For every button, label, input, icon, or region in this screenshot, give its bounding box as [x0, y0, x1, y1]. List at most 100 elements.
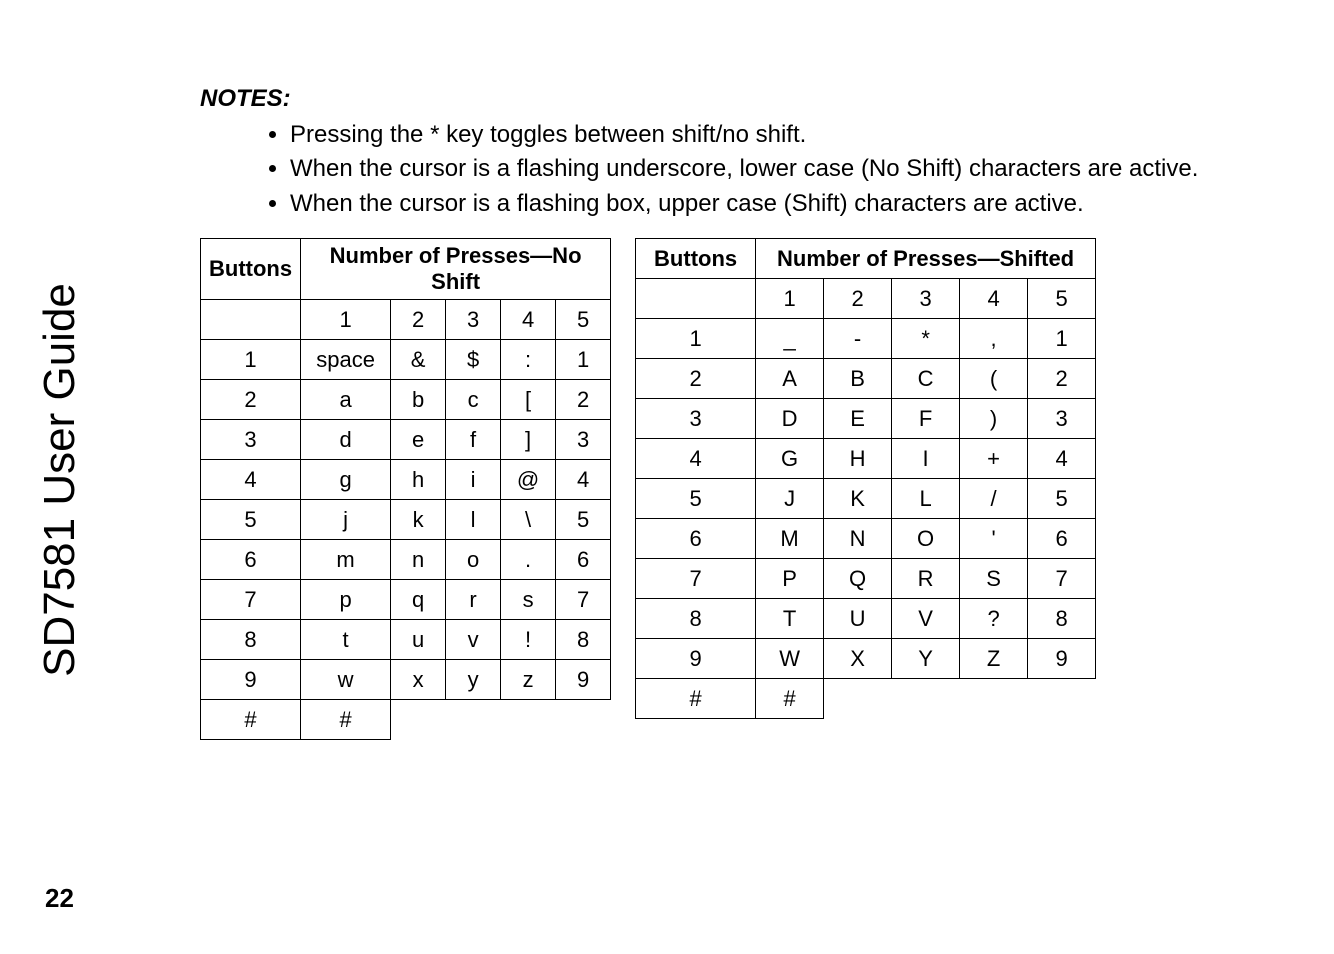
table-row: # # [636, 679, 1096, 719]
table-row: 6MNO'6 [636, 519, 1096, 559]
table-cell: L [892, 479, 960, 519]
table-row: 8TUV?8 [636, 599, 1096, 639]
table-cell: 5 [201, 500, 301, 540]
table-cell: + [960, 439, 1028, 479]
table-cell: 3 [1028, 399, 1096, 439]
table-cell: u [391, 620, 446, 660]
table-cell: 2 [636, 359, 756, 399]
table-cell: g [301, 460, 391, 500]
table-cell: 5 [1028, 479, 1096, 519]
table-cell: l [446, 500, 501, 540]
table-cell: 1 [201, 340, 301, 380]
table-cell: [ [501, 380, 556, 420]
table-cell: 8 [201, 620, 301, 660]
table-cell: # [756, 679, 824, 719]
table-cell: i [446, 460, 501, 500]
table-cell: @ [501, 460, 556, 500]
table-cell: f [446, 420, 501, 460]
table-cell: space [301, 340, 391, 380]
table-cell: 3 [892, 279, 960, 319]
table-cell: 8 [556, 620, 611, 660]
table-cell: A [756, 359, 824, 399]
table-cell: 9 [1028, 639, 1096, 679]
table-row: 4ghi@4 [201, 460, 611, 500]
table-cell: h [391, 460, 446, 500]
table-row: 8tuv!8 [201, 620, 611, 660]
note-item: When the cursor is a flashing box, upper… [290, 188, 1274, 220]
table-cell: 4 [201, 460, 301, 500]
table-cell: , [960, 319, 1028, 359]
table-cell: ' [960, 519, 1028, 559]
table-cell: X [824, 639, 892, 679]
table-cell: H [824, 439, 892, 479]
table-cell: ? [960, 599, 1028, 639]
table-cell: 8 [636, 599, 756, 639]
notes-list: Pressing the * key toggles between shift… [260, 119, 1274, 220]
table-cell: m [301, 540, 391, 580]
table-cell: B [824, 359, 892, 399]
table-cell-empty [391, 700, 611, 740]
table-header-presses: Number of Presses—Shifted [756, 239, 1096, 279]
table-cell: 7 [1028, 559, 1096, 599]
table-cell: 4 [556, 460, 611, 500]
table-cell: 7 [556, 580, 611, 620]
note-item: Pressing the * key toggles between shift… [290, 119, 1274, 151]
table-cell: $ [446, 340, 501, 380]
table-cell: # [201, 700, 301, 740]
table-cell: Y [892, 639, 960, 679]
table-cell: x [391, 660, 446, 700]
table-cell: 5 [636, 479, 756, 519]
table-cell: G [756, 439, 824, 479]
no-shift-table: Buttons Number of Presses—No Shift 1 2 3… [200, 238, 611, 740]
table-row: 1_-*,1 [636, 319, 1096, 359]
table-row: 7pqrs7 [201, 580, 611, 620]
table-cell: s [501, 580, 556, 620]
table-row: 3def]3 [201, 420, 611, 460]
table-cell: 2 [1028, 359, 1096, 399]
table-cell: c [446, 380, 501, 420]
table-cell: 8 [1028, 599, 1096, 639]
table-row: 9wxyz9 [201, 660, 611, 700]
table-cell: W [756, 639, 824, 679]
table-cell: 9 [636, 639, 756, 679]
table-cell: - [824, 319, 892, 359]
note-item: When the cursor is a flashing underscore… [290, 153, 1274, 185]
table-cell: p [301, 580, 391, 620]
table-cell: 6 [201, 540, 301, 580]
table-cell: 1 [1028, 319, 1096, 359]
table-cell: w [301, 660, 391, 700]
table-cell: n [391, 540, 446, 580]
table-cell: T [756, 599, 824, 639]
table-cell: 3 [446, 300, 501, 340]
table-cell: / [960, 479, 1028, 519]
table-cell: 2 [556, 380, 611, 420]
table-cell: 3 [201, 420, 301, 460]
table-cell: 7 [201, 580, 301, 620]
table-cell: v [446, 620, 501, 660]
table-cell: 9 [201, 660, 301, 700]
table-cell: ] [501, 420, 556, 460]
table-cell: U [824, 599, 892, 639]
table-cell: 2 [201, 380, 301, 420]
table-cell: 5 [556, 500, 611, 540]
table-cell: D [756, 399, 824, 439]
table-cell: 9 [556, 660, 611, 700]
table-cell: 6 [636, 519, 756, 559]
table-cell: b [391, 380, 446, 420]
table-cell: R [892, 559, 960, 599]
table-cell: F [892, 399, 960, 439]
table-cell: 1 [756, 279, 824, 319]
table-row: 1space&$:1 [201, 340, 611, 380]
table-cell: ( [960, 359, 1028, 399]
table-cell: 4 [501, 300, 556, 340]
table-cell: 4 [960, 279, 1028, 319]
table-cell: * [892, 319, 960, 359]
table-cell: E [824, 399, 892, 439]
table-row: 7PQRS7 [636, 559, 1096, 599]
table-cell: I [892, 439, 960, 479]
table-cell [636, 279, 756, 319]
table-cell: _ [756, 319, 824, 359]
table-cell: 4 [636, 439, 756, 479]
page-content: NOTES: Pressing the * key toggles betwee… [200, 85, 1274, 740]
table-cell: j [301, 500, 391, 540]
